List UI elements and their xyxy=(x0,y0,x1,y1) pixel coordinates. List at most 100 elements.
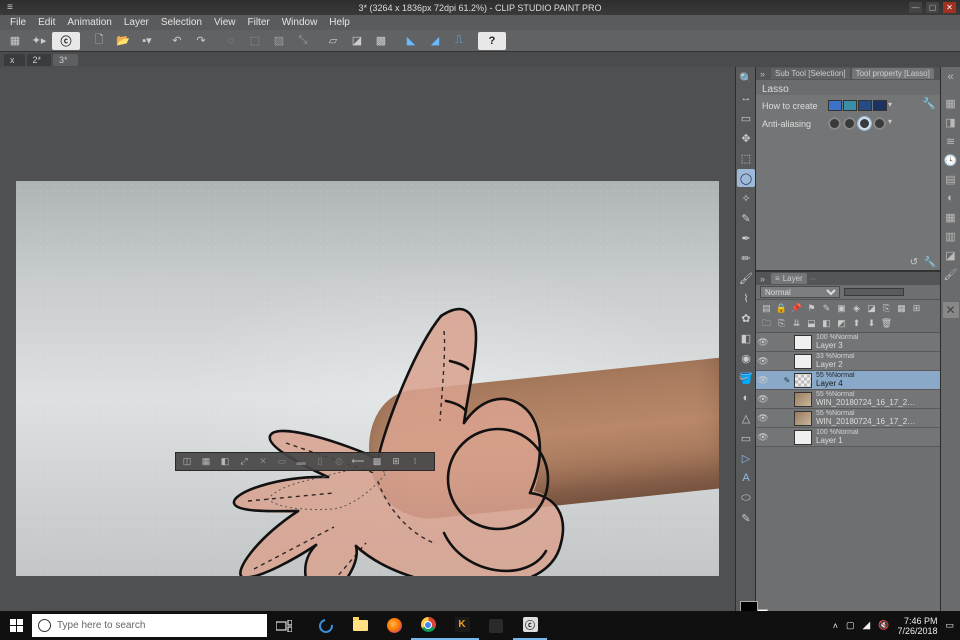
lyr-duplicate-icon[interactable]: ⎘ xyxy=(775,317,788,330)
canvas-viewport[interactable]: ◫ ▦ ◧ ⤢ ✕ ▭ ▬ ▯ ◎ ⟵ ▩ ⊞ ⁝ xyxy=(0,67,735,629)
tool-brush-icon[interactable]: 🖌 xyxy=(737,269,755,287)
aa-strong-icon[interactable] xyxy=(873,117,886,130)
save-icon[interactable]: ▪▾ xyxy=(136,32,158,50)
rc-subview-icon[interactable]: ≋ xyxy=(943,133,959,149)
toolprop-menu-icon[interactable]: 🔧 xyxy=(924,257,936,269)
lyr-check-icon[interactable]: ▤ xyxy=(760,302,773,315)
tool-eyedropper-icon[interactable]: ✎ xyxy=(737,209,755,227)
tool-fill-icon[interactable]: 🪣 xyxy=(737,369,755,387)
tool-ruler-icon[interactable]: ▷ xyxy=(737,449,755,467)
layer-thumbnail[interactable] xyxy=(794,411,812,426)
toolprop-wrench-icon[interactable]: 🔧 xyxy=(922,97,936,110)
tray-notifications-icon[interactable]: ▭ xyxy=(945,620,954,631)
tool-pencil-icon[interactable]: ✏ xyxy=(737,249,755,267)
aa-none-icon[interactable] xyxy=(828,117,841,130)
tool-deco-icon[interactable]: ✿ xyxy=(737,309,755,327)
lyr-draft-icon[interactable]: ✎ xyxy=(820,302,833,315)
lyr-mask-icon[interactable]: ▣ xyxy=(835,302,848,315)
how-intersect-icon[interactable] xyxy=(873,100,887,111)
layer-visibility-icon[interactable]: 👁 xyxy=(756,356,770,367)
ftb-clear-icon[interactable]: ▭ xyxy=(273,454,291,469)
layer-name[interactable]: Layer 3 xyxy=(816,342,858,350)
layer-thumbnail[interactable] xyxy=(794,354,812,369)
quick-access-icon[interactable]: ✦▸ xyxy=(28,32,50,50)
start-button[interactable] xyxy=(0,611,32,640)
menu-edit[interactable]: Edit xyxy=(32,16,61,29)
ftb-copy-icon[interactable]: ▯ xyxy=(311,454,329,469)
rc-colorset-icon[interactable]: ▦ xyxy=(943,209,959,225)
layer-row[interactable]: 👁55 %NormalWIN_20180724_16_17_25_Pro Cop… xyxy=(756,390,940,409)
lyr-effect-icon[interactable]: ▦ xyxy=(895,302,908,315)
tool-magnify-icon[interactable]: 🔍 xyxy=(737,69,755,87)
ftb-handle-icon[interactable]: ⁝ xyxy=(406,454,424,469)
tab-subtool[interactable]: Sub Tool [Selection] xyxy=(771,68,850,79)
blend-mode-select[interactable]: Normal xyxy=(760,286,840,298)
rc-quickaccess-icon[interactable]: ▦ xyxy=(943,95,959,111)
lyr-ruler-icon[interactable]: ◈ xyxy=(850,302,863,315)
tool-correct-icon[interactable]: ✎ xyxy=(737,509,755,527)
rc-intcolor-icon[interactable]: ▥ xyxy=(943,228,959,244)
layer-name[interactable]: Layer 2 xyxy=(816,361,855,369)
layer-opacity-slider[interactable] xyxy=(844,288,904,296)
ruler-snap-icon[interactable]: ◣ xyxy=(400,32,422,50)
rc-brush-icon[interactable]: 🖌 xyxy=(943,266,959,282)
tool-eraser-icon[interactable]: ◧ xyxy=(737,329,755,347)
lyr-color-icon[interactable]: ◪ xyxy=(865,302,878,315)
redo-icon[interactable]: ↷ xyxy=(190,32,212,50)
lyr-apply-icon[interactable]: ◩ xyxy=(835,317,848,330)
layer-thumbnail[interactable] xyxy=(794,335,812,350)
rc-close-panel-icon[interactable]: ✕ xyxy=(943,302,959,318)
rc-color-icon[interactable]: ◐ xyxy=(943,190,959,206)
delete-icon[interactable]: ◌ xyxy=(220,32,242,50)
menu-file[interactable]: File xyxy=(4,16,32,29)
tray-wifi-icon[interactable]: ◢ xyxy=(863,620,871,631)
layer-row[interactable]: 👁✎55 %NormalLayer 4 xyxy=(756,371,940,390)
ftb-deselect-icon[interactable]: ◫ xyxy=(178,454,196,469)
new-icon[interactable]: 🗋 xyxy=(88,32,110,50)
menu-selection[interactable]: Selection xyxy=(155,16,208,29)
menu-animation[interactable]: Animation xyxy=(61,16,117,29)
tray-clock[interactable]: 7:46 PM 7/26/2018 xyxy=(897,616,937,636)
tool-movelayer-icon[interactable]: ✥ xyxy=(737,129,755,147)
layer-visibility-icon[interactable]: 👁 xyxy=(756,432,770,443)
clear-outside-icon[interactable]: ⬚ xyxy=(244,32,266,50)
taskbar-csp-icon[interactable]: ⓒ xyxy=(513,611,547,640)
layer-visibility-icon[interactable]: 👁 xyxy=(756,337,770,348)
tool-wand-icon[interactable]: ✧ xyxy=(737,189,755,207)
tool-frame-icon[interactable]: ▭ xyxy=(737,429,755,447)
layer-thumbnail[interactable] xyxy=(794,373,812,388)
layer-thumbnail[interactable] xyxy=(794,392,812,407)
lyr-down-icon[interactable]: ⬇ xyxy=(865,317,878,330)
tool-figure-icon[interactable]: △ xyxy=(737,409,755,427)
rc-history-icon[interactable]: 🕓 xyxy=(943,152,959,168)
ftb-shrink-icon[interactable]: ✕ xyxy=(254,454,272,469)
open-icon[interactable]: 📂 xyxy=(112,32,134,50)
tab-toolproperty[interactable]: Tool property [Lasso] xyxy=(852,68,934,79)
ftb-crop-icon[interactable]: ▦ xyxy=(197,454,215,469)
undo-icon[interactable]: ↶ xyxy=(166,32,188,50)
ftb-clearout-icon[interactable]: ▬ xyxy=(292,454,310,469)
taskbar-edge-icon[interactable] xyxy=(309,611,343,640)
lyr-ref-icon[interactable]: ⚑ xyxy=(805,302,818,315)
lyr-clip-icon[interactable]: ⎘ xyxy=(880,302,893,315)
panel-collapse-icon[interactable]: » xyxy=(756,69,769,79)
ftb-tone-icon[interactable]: ▩ xyxy=(368,454,386,469)
taskbar-krita-icon[interactable]: K xyxy=(445,611,479,640)
aa-mid-icon[interactable] xyxy=(858,117,871,130)
how-dropdown-icon[interactable]: ▾ xyxy=(888,100,892,111)
layer-name[interactable]: Layer 4 xyxy=(816,380,855,388)
taskbar-explorer-icon[interactable] xyxy=(343,611,377,640)
layer-name[interactable]: WIN_20180724_16_17_25_Pro Copy xyxy=(816,399,916,407)
tool-move-icon[interactable]: ↔ xyxy=(737,89,755,107)
layer-name[interactable]: Layer 1 xyxy=(816,437,858,445)
rc-approx-icon[interactable]: ◪ xyxy=(943,247,959,263)
menu-help[interactable]: Help xyxy=(323,16,356,29)
doctab-1[interactable]: x xyxy=(4,54,25,66)
ftb-expand-icon[interactable]: ⤢ xyxy=(235,454,253,469)
clip-studio-icon[interactable]: ⓒ xyxy=(52,32,80,50)
rc-autoaction-icon[interactable]: ▤ xyxy=(943,171,959,187)
layer-thumbnail[interactable] xyxy=(794,430,812,445)
minimize-button[interactable]: — xyxy=(909,2,922,13)
taskbar-app-icon[interactable] xyxy=(479,611,513,640)
maximize-button[interactable]: ▢ xyxy=(926,2,939,13)
